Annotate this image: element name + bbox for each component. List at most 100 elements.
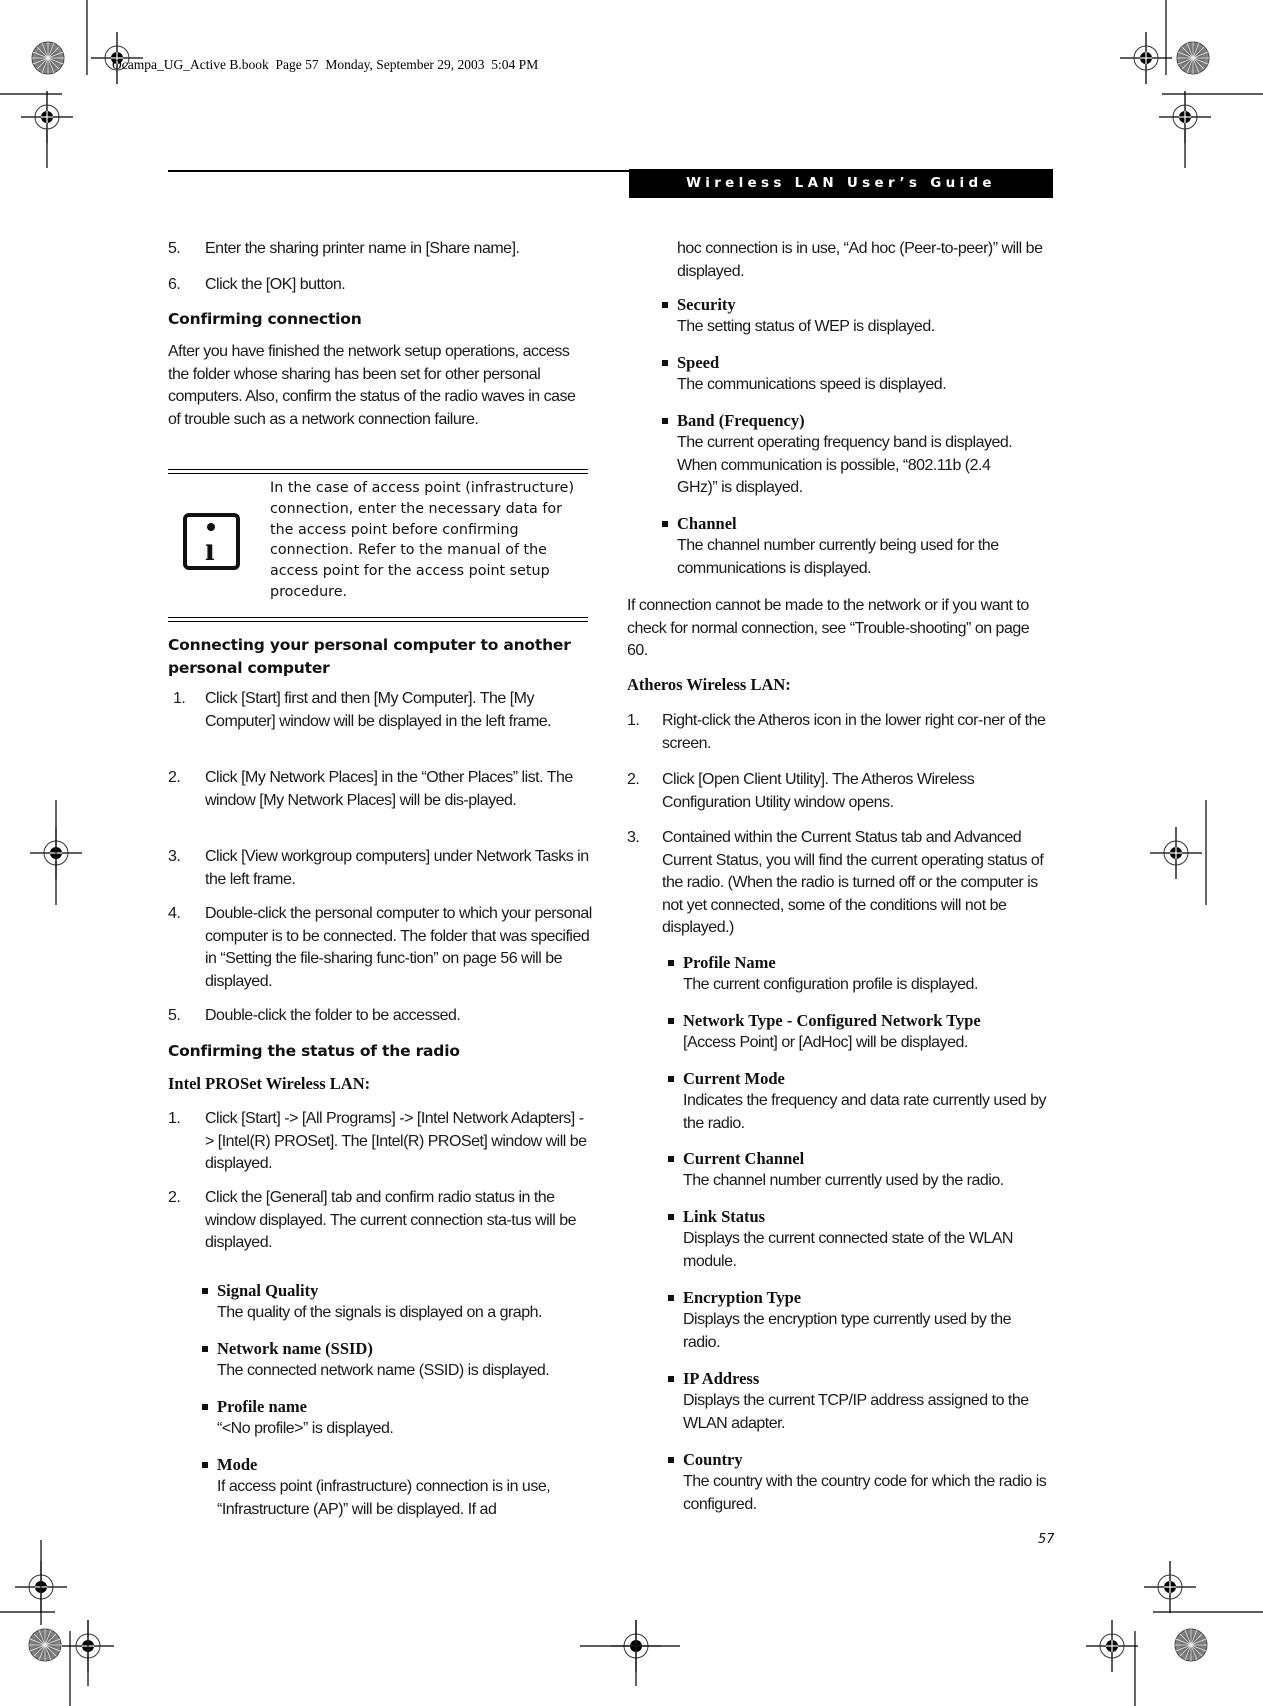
bullet-term: Signal Quality (217, 1281, 319, 1300)
step-number: 4. (168, 905, 181, 922)
registration-mark (1119, 31, 1173, 85)
step-text: Click [Start] first and then [My Compute… (205, 690, 552, 730)
bullet-icon (668, 1214, 674, 1220)
bullet-term: Band (Frequency) (677, 411, 805, 430)
bullet-desc: If access point (infrastructure) connect… (217, 1478, 551, 1518)
bullet-item: Signal Quality The quality of the signal… (200, 1280, 600, 1325)
bullet-desc: “<No profile>” is displayed. (217, 1420, 394, 1437)
bullet-item: Profile name “<No profile>” is displayed… (200, 1396, 600, 1441)
bullet-item: Link Status Displays the current connect… (666, 1206, 1066, 1273)
bullet-desc: Displays the current connected state of … (683, 1230, 1013, 1270)
bullet-desc: [Access Point] or [AdHoc] will be displa… (683, 1034, 968, 1051)
bullet-term: Network name (SSID) (217, 1339, 373, 1358)
bullet-desc: The current configuration profile is dis… (683, 976, 978, 993)
bullet-desc: Displays the current TCP/IP address assi… (683, 1392, 1029, 1432)
bullet-term: Speed (677, 353, 720, 372)
print-slug: Ocampa_UG_Active B.book Page 57 Monday, … (112, 57, 539, 72)
step-number: 5. (168, 240, 181, 257)
bullet-desc: The connected network name (SSID) is dis… (217, 1362, 550, 1379)
step-text: Double-click the folder to be accessed. (205, 1007, 461, 1024)
bullet-item: Network Type - Configured Network Type [… (666, 1010, 1066, 1055)
step-text: Enter the sharing printer name in [Share… (205, 240, 520, 257)
subheading: Intel PROSet Wireless LAN: (168, 1074, 371, 1093)
bullet-icon (662, 302, 668, 308)
bullet-desc: The current operating frequency band is … (677, 434, 1013, 496)
bullet-desc: The communications speed is displayed. (677, 376, 947, 393)
bullet-item: Current Channel The channel number curre… (666, 1148, 1066, 1193)
section-heading: Confirming the status of the radio (168, 1042, 460, 1060)
registration-mark (1143, 1560, 1197, 1614)
note-top-rule (168, 469, 588, 474)
header-rule (168, 170, 630, 172)
bullet-item: Speed The communications speed is displa… (660, 352, 1060, 397)
running-header: Wireless LAN User’s Guide (629, 169, 1053, 198)
bullet-term: Profile Name (683, 953, 776, 972)
step-number: 6. (168, 276, 181, 293)
info-icon: ı (183, 513, 240, 570)
bullet-icon (668, 1018, 674, 1024)
bullet-item: Profile Name The current configuration p… (666, 952, 1066, 997)
bullet-desc: The setting status of WEP is displayed. (677, 318, 935, 335)
bullet-icon (662, 521, 668, 527)
bullet-desc-continued: hoc connection is in use, “Ad hoc (Peer-… (677, 240, 1043, 280)
step-text: Double-click the personal computer to wh… (205, 905, 592, 990)
bullet-icon (668, 1295, 674, 1301)
bullet-item: Channel The channel number currently bei… (660, 513, 1060, 580)
bullet-term: Link Status (683, 1207, 766, 1226)
step-number: 1. (168, 1110, 181, 1127)
registration-mark (1149, 826, 1203, 880)
note-bottom-rule (168, 617, 588, 622)
note-text: In the case of access point (infrastruct… (270, 480, 575, 600)
bullet-term: Mode (217, 1455, 258, 1474)
bullet-icon (662, 418, 668, 424)
bullet-item: Country The country with the country cod… (666, 1449, 1066, 1516)
bullet-icon (202, 1462, 208, 1468)
step-number: 2. (168, 769, 181, 786)
step-text: Click the [General] tab and confirm radi… (205, 1189, 577, 1251)
step-text: Right-click the Atheros icon in the lowe… (662, 712, 1046, 752)
step-text: Click [View workgroup computers] under N… (205, 848, 589, 888)
page-number: 57 (1038, 1532, 1055, 1547)
bullet-item: IP Address Displays the current TCP/IP a… (666, 1368, 1066, 1435)
bullet-term: Current Mode (683, 1069, 785, 1088)
bullet-desc: The channel number currently used by the… (683, 1172, 1004, 1189)
bullet-icon (662, 360, 668, 366)
bullet-term: Current Channel (683, 1149, 805, 1168)
step-number: 2. (168, 1189, 181, 1206)
registration-star-mark (1176, 41, 1210, 75)
paragraph: After you have finished the network setu… (168, 343, 576, 428)
bullet-term: Security (677, 295, 736, 314)
step-number: 1. (627, 712, 640, 729)
step-text: Contained within the Current Status tab … (662, 829, 1044, 936)
bullet-term: Country (683, 1450, 743, 1469)
bullet-item: Encryption Type Displays the encryption … (666, 1287, 1066, 1354)
bullet-icon (202, 1346, 208, 1352)
bullet-item: Mode If access point (infrastructure) co… (200, 1454, 600, 1521)
bullet-desc: Displays the encryption type currently u… (683, 1311, 1012, 1351)
bullet-icon (668, 1376, 674, 1382)
bullet-term: IP Address (683, 1369, 760, 1388)
step-number: 2. (627, 771, 640, 788)
bullet-icon (668, 1156, 674, 1162)
bullet-term: Encryption Type (683, 1288, 802, 1307)
bullet-desc: The quality of the signals is displayed … (217, 1304, 542, 1321)
bullet-icon (668, 960, 674, 966)
registration-mark (1085, 1619, 1139, 1673)
bullet-icon (202, 1288, 208, 1294)
step-text: Click [Open Client Utility]. The Atheros… (662, 771, 975, 811)
step-number: 5. (168, 1007, 181, 1024)
subheading: Atheros Wireless LAN: (627, 675, 791, 694)
bullet-icon (202, 1404, 208, 1410)
section-heading: Confirming connection (168, 310, 362, 328)
bullet-item: Network name (SSID) The connected networ… (200, 1338, 600, 1383)
step-text: Click [My Network Places] in the “Other … (205, 769, 573, 809)
bullet-desc: The channel number currently being used … (677, 537, 999, 577)
bullet-icon (668, 1076, 674, 1082)
registration-star-mark (1174, 1628, 1208, 1662)
bullet-desc: The country with the country code for wh… (683, 1473, 1047, 1513)
bullet-icon (668, 1457, 674, 1463)
paragraph: If connection cannot be made to the netw… (627, 597, 1030, 659)
step-text: Click the [OK] button. (205, 276, 346, 293)
printer-crop-marks (0, 0, 1263, 1706)
step-number: 3. (168, 848, 181, 865)
